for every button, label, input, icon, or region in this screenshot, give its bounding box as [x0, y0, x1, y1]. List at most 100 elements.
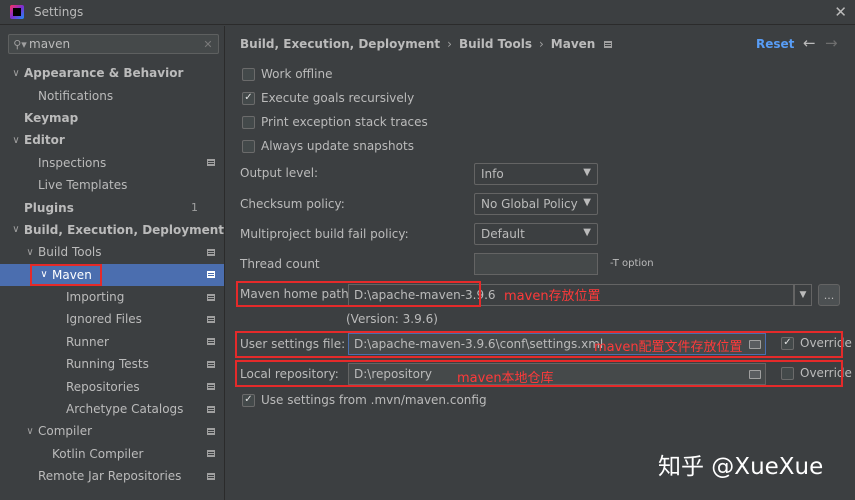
project-level-icon — [604, 40, 613, 48]
tree-item-label: Ignored Files — [66, 312, 142, 327]
local-repository-override-row[interactable]: Override — [781, 366, 852, 380]
execute-recursively-checkbox[interactable]: ✓ — [242, 91, 255, 105]
print-stack-traces-label: Print exception stack traces — [261, 115, 428, 129]
tree-item-remote-jar-repositories[interactable]: Remote Jar Repositories — [0, 465, 224, 487]
checksum-policy-value: No Global Policy — [481, 197, 578, 211]
reset-link[interactable]: Reset — [756, 37, 794, 51]
print-stack-traces-row[interactable]: Print exception stack traces — [242, 115, 428, 129]
breadcrumb-separator: › — [447, 37, 452, 51]
execute-recursively-row[interactable]: ✓ Execute goals recursively — [242, 91, 414, 105]
maven-home-value: D:\apache-maven-3.9.6 — [354, 288, 496, 302]
tree-item-maven[interactable]: ∨ Maven — [0, 263, 224, 286]
output-level-select[interactable]: Info ▼ — [474, 163, 598, 185]
clear-icon[interactable]: ✕ — [200, 38, 216, 51]
user-settings-annotation: maven配置文件存放位置 — [594, 340, 743, 355]
close-icon[interactable]: ✕ — [834, 3, 847, 21]
tree-item-label: Runner — [66, 334, 109, 349]
breadcrumb-item: Maven — [550, 37, 596, 51]
local-repository-value: D:\repository — [354, 367, 433, 381]
work-offline-row[interactable]: Work offline — [242, 67, 332, 81]
tree-item-label: Remote Jar Repositories — [38, 469, 182, 484]
tree-item-label: Keymap — [24, 110, 79, 125]
local-repository-annotation: maven本地仓库 — [457, 371, 554, 386]
breadcrumb: Build, Execution, Deployment › Build Too… — [240, 37, 613, 51]
tree-item-label: Build Tools — [38, 245, 102, 260]
tree-item-label: Archetype Catalogs — [66, 402, 184, 417]
tree-item-keymap[interactable]: Keymap — [0, 107, 224, 129]
tree-item-label: Repositories — [66, 379, 140, 394]
project-level-icon — [207, 271, 215, 279]
folder-icon[interactable] — [749, 340, 761, 349]
tree-item-label: Plugins — [24, 200, 74, 215]
checksum-policy-label: Checksum policy: — [240, 197, 345, 211]
tree-item-notifications[interactable]: Notifications — [0, 84, 224, 106]
mvn-config-row[interactable]: ✓ Use settings from .mvn/maven.config — [242, 393, 487, 407]
tree-item-runner[interactable]: Runner — [0, 331, 224, 353]
maven-home-label: Maven home path: — [240, 287, 353, 301]
tree-item-label: Notifications — [38, 88, 114, 103]
user-settings-override-checkbox[interactable]: ✓ — [781, 336, 794, 350]
folder-icon[interactable] — [749, 370, 761, 379]
tree-item-ignored-files[interactable]: Ignored Files — [0, 308, 224, 330]
settings-tree: ∨ Appearance & Behavior Notifications Keyma… — [0, 62, 224, 487]
breadcrumb-item: Build, Execution, Deployment — [240, 37, 441, 51]
tree-item-repositories[interactable]: Repositories — [0, 375, 224, 397]
tree-item-compiler[interactable]: ∨ Compiler — [0, 420, 224, 442]
chevron-down-icon[interactable]: ∨ — [38, 269, 50, 280]
tree-item-label: Running Tests — [66, 357, 149, 372]
chevron-down-icon[interactable]: ∨ — [24, 247, 36, 258]
tree-item-inspections[interactable]: Inspections — [0, 152, 224, 174]
intellij-app-icon — [10, 5, 24, 19]
user-settings-override-label: Override — [800, 336, 852, 350]
user-settings-override-row[interactable]: ✓ Override — [781, 336, 852, 350]
tree-item-kotlin-compiler[interactable]: Kotlin Compiler — [0, 443, 224, 465]
tree-item-running-tests[interactable]: Running Tests — [0, 353, 224, 375]
project-level-icon — [207, 427, 215, 435]
work-offline-label: Work offline — [261, 67, 333, 81]
tree-item-build-execution-deployment[interactable]: ∨ Build, Execution, Deployment — [0, 219, 224, 241]
tree-item-appearance-behavior[interactable]: ∨ Appearance & Behavior — [0, 62, 224, 84]
chevron-down-icon[interactable]: ∨ — [10, 135, 22, 146]
mvn-config-checkbox[interactable]: ✓ — [242, 393, 255, 407]
multiproject-policy-label: Multiproject build fail policy: — [240, 227, 409, 241]
breadcrumb-item: Build Tools — [458, 37, 532, 51]
tree-item-build-tools[interactable]: ∨ Build Tools — [0, 241, 224, 263]
search-icon: ⚲▾ — [13, 37, 27, 51]
tree-item-importing[interactable]: Importing — [0, 286, 224, 308]
tree-item-plugins[interactable]: Plugins 1 — [0, 196, 224, 218]
chevron-down-icon[interactable]: ∨ — [24, 426, 36, 437]
local-repository-override-label: Override — [800, 366, 852, 380]
user-settings-value: D:\apache-maven-3.9.6\conf\settings.xml — [354, 337, 604, 351]
search-input[interactable] — [29, 35, 200, 53]
chevron-down-icon[interactable]: ∨ — [10, 224, 22, 235]
tree-item-archetype-catalogs[interactable]: Archetype Catalogs — [0, 398, 224, 420]
project-level-icon — [207, 338, 215, 346]
tree-item-live-templates[interactable]: Live Templates — [0, 174, 224, 196]
local-repository-input[interactable]: D:\repository — [348, 363, 766, 385]
tree-item-label: Importing — [66, 290, 125, 305]
checksum-policy-select[interactable]: No Global Policy ▼ — [474, 193, 598, 215]
update-snapshots-label: Always update snapshots — [261, 139, 414, 153]
update-snapshots-checkbox[interactable] — [242, 139, 255, 153]
settings-sidebar: ⚲▾ ✕ ∨Appearance & Behavior Notifications… — [0, 26, 225, 500]
project-level-icon — [207, 293, 215, 301]
maven-home-dropdown-button[interactable]: ▼ — [794, 284, 812, 306]
chevron-down-icon[interactable]: ∨ — [10, 68, 22, 79]
multiproject-policy-select[interactable]: Default ▼ — [474, 223, 598, 245]
tree-item-label: Live Templates — [38, 178, 128, 193]
back-arrow-icon[interactable]: ← — [803, 34, 816, 52]
print-stack-traces-checkbox[interactable] — [242, 115, 255, 129]
update-count-badge: 1 — [191, 201, 198, 215]
forward-arrow-icon[interactable]: → — [825, 34, 838, 52]
browse-button[interactable]: ... — [818, 284, 840, 306]
maven-version-label: (Version: 3.9.6) — [346, 312, 438, 326]
local-repository-override-checkbox[interactable] — [781, 366, 794, 380]
work-offline-checkbox[interactable] — [242, 67, 255, 81]
thread-count-hint: -T option — [610, 258, 654, 269]
project-level-icon — [207, 315, 215, 323]
project-level-icon — [207, 405, 215, 413]
search-box[interactable]: ⚲▾ ✕ — [8, 34, 219, 54]
tree-item-editor[interactable]: ∨ Editor — [0, 129, 224, 151]
thread-count-input[interactable] — [474, 253, 598, 275]
update-snapshots-row[interactable]: Always update snapshots — [242, 139, 414, 153]
